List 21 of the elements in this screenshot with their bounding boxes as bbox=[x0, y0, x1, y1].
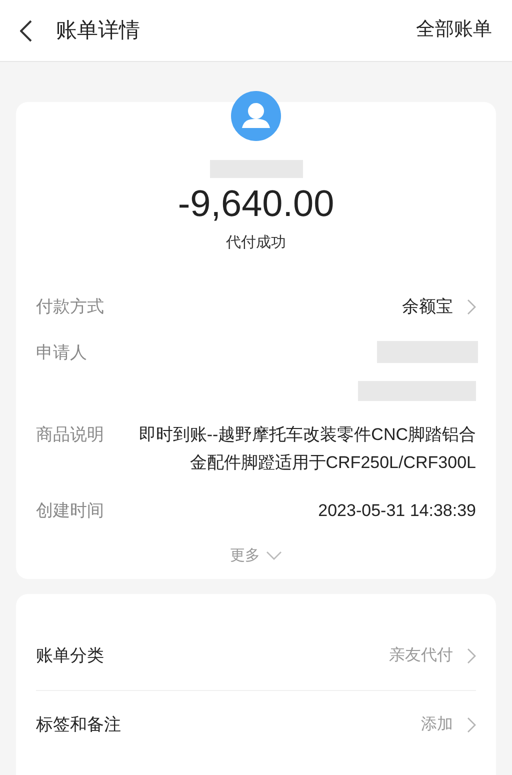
detail-label: 申请人 bbox=[36, 342, 88, 364]
page-title: 账单详情 bbox=[56, 18, 140, 44]
more-toggle[interactable]: 更多 bbox=[230, 544, 282, 567]
setting-value[interactable]: 添加 bbox=[421, 712, 453, 736]
chevron-right-icon bbox=[467, 716, 476, 732]
setting-label: 标签和备注 bbox=[36, 714, 121, 736]
chevron-right-icon bbox=[467, 298, 476, 314]
setting-label: 账单分类 bbox=[36, 645, 104, 668]
status-text: 代付成功 bbox=[226, 233, 286, 253]
setting-value[interactable]: 亲友代付 bbox=[389, 644, 453, 668]
chevron-right-icon bbox=[467, 648, 476, 664]
chevron-down-icon bbox=[266, 551, 282, 560]
detail-value: 2023-05-31 14:38:39 bbox=[317, 500, 476, 522]
detail-label: 创建时间 bbox=[36, 500, 105, 522]
detail-value[interactable]: 余额宝 bbox=[402, 294, 453, 318]
detail-value: 即时到账--越野摩托车改装零件CNC脚踏铝合金配件脚蹬适用于CRF250L/CRF300L bbox=[138, 424, 476, 474]
detail-label: 付款方式 bbox=[36, 296, 105, 318]
detail-label: 商品说明 bbox=[36, 424, 105, 446]
all-bills-link[interactable]: 全部账单 bbox=[416, 16, 492, 45]
back-icon[interactable] bbox=[20, 20, 32, 42]
amount: -9,640.00 bbox=[178, 182, 334, 226]
